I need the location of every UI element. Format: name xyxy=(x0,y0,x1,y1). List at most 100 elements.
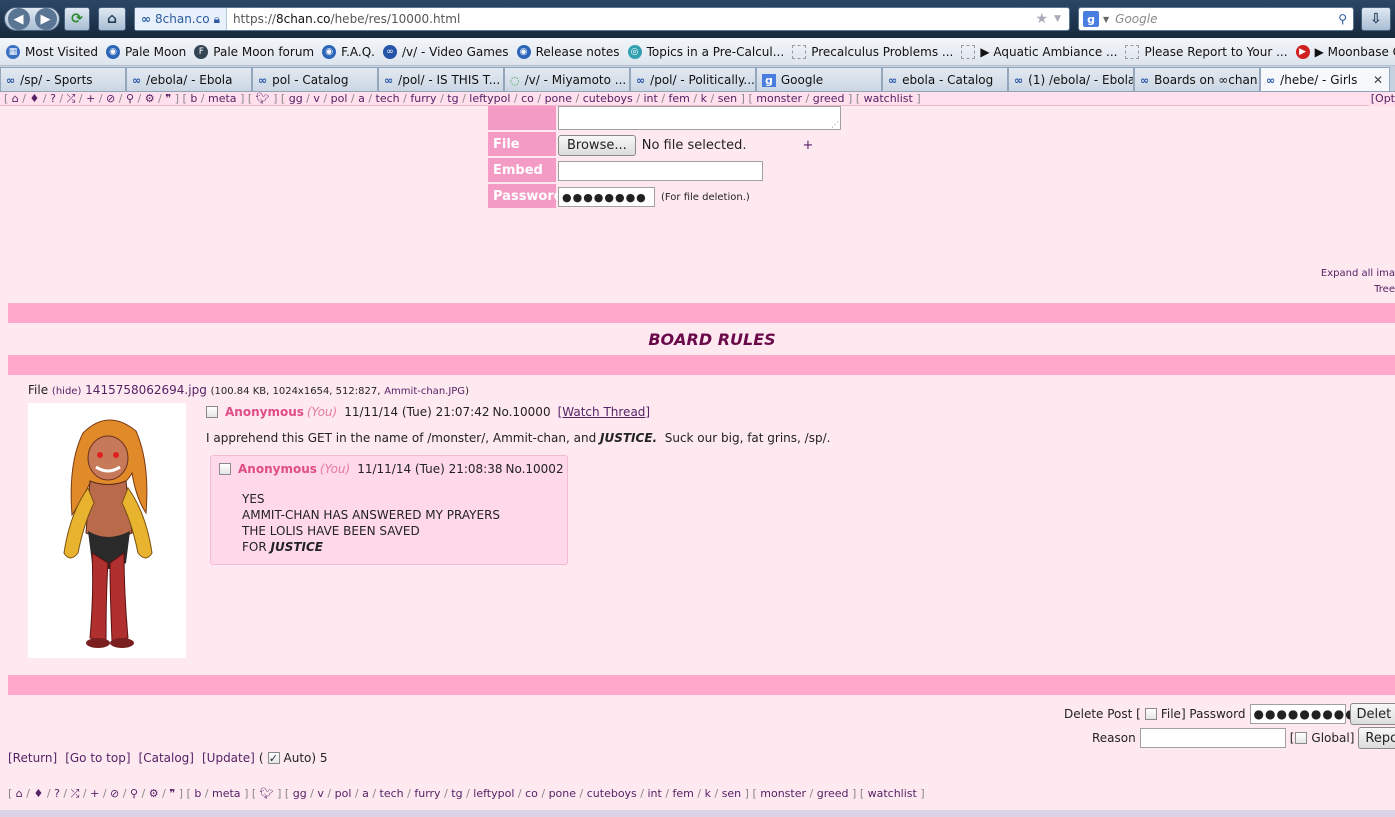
blocked-icon[interactable]: ⊘ xyxy=(110,787,119,800)
browser-tab[interactable]: ∞ /ebola/ - Ebola xyxy=(126,67,252,91)
create-icon[interactable]: + xyxy=(90,787,99,800)
browser-tab[interactable]: ∞ /pol/ - IS THIS T... xyxy=(378,67,504,91)
browser-tab[interactable]: ∞ /sp/ - Sports xyxy=(0,67,126,91)
delete-password-input[interactable]: ●●●●●●●●● xyxy=(1249,704,1356,724)
expand-all-images-link[interactable]: Expand all ima xyxy=(1321,268,1395,279)
bookmark-star-icon[interactable]: ★ xyxy=(1036,11,1049,27)
browse-button[interactable]: Browse... xyxy=(558,134,636,156)
op-select-checkbox[interactable] xyxy=(206,406,218,418)
chevron-down-icon[interactable]: ▼ xyxy=(1103,15,1109,24)
board-link[interactable]: sen xyxy=(722,787,741,800)
add-file-button[interactable]: + xyxy=(802,138,813,153)
report-button[interactable]: Repo xyxy=(1358,727,1395,749)
embed-input[interactable] xyxy=(558,161,763,181)
url-bar[interactable]: ∞ 8chan.co 🔒︎ https://8chan.co/hebe/res/… xyxy=(134,7,1070,31)
bookmark-item[interactable]: F Pale Moon forum xyxy=(194,44,314,59)
go-to-top-link[interactable]: [Go to top] xyxy=(65,751,130,765)
browser-tab[interactable]: ∞ ebola - Catalog xyxy=(882,67,1008,91)
delete-button[interactable]: Delet xyxy=(1349,703,1395,725)
file-link[interactable]: 1415758062694.jpg xyxy=(85,383,207,397)
resize-grip-icon[interactable]: ⋰ xyxy=(831,120,839,129)
settings-icon[interactable]: ⚙ xyxy=(145,92,155,105)
search-bar[interactable]: g ▼ Google ⚲ xyxy=(1078,7,1354,31)
tags-icon[interactable]: ♦ xyxy=(33,787,43,800)
board-link[interactable]: cuteboys xyxy=(583,92,633,105)
board-link[interactable]: int xyxy=(644,92,658,105)
bookmark-item[interactable]: Precalculus Problems ... xyxy=(792,44,953,59)
bookmark-item[interactable]: ▶ ▶ Moonbase Oddity -... xyxy=(1295,44,1395,59)
twitter-icon[interactable]: 🐦︎ xyxy=(260,787,274,800)
back-arrow-icon[interactable]: ◀ xyxy=(7,8,30,30)
reply-post-number[interactable]: No.10002 xyxy=(505,462,563,476)
search-icon[interactable]: ⚲ xyxy=(126,92,134,105)
twitter-icon[interactable]: 🐦︎ xyxy=(256,92,270,105)
search-icon[interactable]: ⚲ xyxy=(130,787,138,800)
bookmark-item[interactable]: ▶ Aquatic Ambiance ... xyxy=(961,44,1117,59)
watch-thread-link[interactable]: [Watch Thread] xyxy=(558,405,651,419)
watchlist-link[interactable]: watchlist xyxy=(864,92,913,105)
browser-tab[interactable]: ∞ /pol/ - Politically... xyxy=(630,67,756,91)
browser-tab[interactable]: ∞ Boards on ∞chan xyxy=(1134,67,1260,91)
bookmark-item[interactable]: ▦ Most Visited xyxy=(6,44,98,59)
board-link[interactable]: greed xyxy=(817,787,849,800)
board-link[interactable]: furry xyxy=(414,787,440,800)
board-link[interactable]: pol xyxy=(331,92,348,105)
board-link[interactable]: cuteboys xyxy=(587,787,637,800)
board-link[interactable]: greed xyxy=(813,92,845,105)
auto-update-checkbox[interactable] xyxy=(267,752,280,764)
search-icon[interactable]: ⚲ xyxy=(1338,12,1347,26)
board-link[interactable]: monster xyxy=(760,787,806,800)
hide-file-link[interactable]: (hide) xyxy=(52,386,81,397)
browser-tab[interactable]: ∞ pol - Catalog xyxy=(252,67,378,91)
browser-tab[interactable]: g Google xyxy=(756,67,882,91)
board-link[interactable]: a xyxy=(362,787,369,800)
board-link[interactable]: leftypol xyxy=(469,92,510,105)
browser-tab[interactable]: ◌ /v/ - Miyamoto ... xyxy=(504,67,630,91)
home-icon[interactable]: ⌂ xyxy=(12,92,19,105)
forward-arrow-icon[interactable]: ▶ xyxy=(34,8,57,30)
home-button[interactable]: ⌂ xyxy=(98,7,126,31)
board-link[interactable]: pone xyxy=(549,787,576,800)
browser-tab[interactable]: ∞ /hebe/ - Girls ✕ xyxy=(1260,67,1390,91)
global-report-checkbox[interactable] xyxy=(1295,732,1308,744)
board-link[interactable]: tg xyxy=(447,92,458,105)
quote-icon[interactable]: ❞ xyxy=(169,787,175,800)
return-link[interactable]: [Return] xyxy=(8,751,57,765)
update-link[interactable]: [Update] xyxy=(202,751,255,765)
google-icon[interactable]: g xyxy=(1083,11,1099,27)
board-link[interactable]: furry xyxy=(410,92,436,105)
board-link[interactable]: pone xyxy=(545,92,572,105)
create-icon[interactable]: + xyxy=(86,92,95,105)
board-link[interactable]: gg xyxy=(289,92,303,105)
blocked-icon[interactable]: ⊘ xyxy=(106,92,115,105)
bookmark-item[interactable]: ∞ /v/ - Video Games xyxy=(383,44,509,59)
board-link[interactable]: co xyxy=(521,92,534,105)
board-link[interactable]: meta xyxy=(208,92,237,105)
downloads-button[interactable]: ⇩ xyxy=(1361,7,1391,31)
delete-file-only-checkbox[interactable] xyxy=(1144,708,1157,720)
board-link[interactable]: tech xyxy=(380,787,404,800)
bookmark-item[interactable]: ◉ Release notes xyxy=(516,44,620,59)
comment-textarea[interactable]: ⋰ xyxy=(558,106,841,130)
tags-icon[interactable]: ♦ xyxy=(29,92,39,105)
back-forward-buttons[interactable]: ◀ ▶ xyxy=(4,7,60,31)
board-link[interactable]: int xyxy=(648,787,662,800)
quote-icon[interactable]: ❞ xyxy=(165,92,171,105)
options-link[interactable]: [Opt xyxy=(1368,92,1395,106)
search-input[interactable]: Google xyxy=(1115,12,1338,26)
watchlist-link[interactable]: watchlist xyxy=(868,787,917,800)
catalog-link[interactable]: [Catalog] xyxy=(139,751,194,765)
reason-input[interactable] xyxy=(1139,728,1286,748)
reload-button[interactable]: ⟳ xyxy=(64,7,90,31)
original-filename-link[interactable]: Ammit-chan.JPG xyxy=(384,386,465,397)
url-text[interactable]: https://8chan.co/hebe/res/10000.html xyxy=(227,12,1036,26)
bookmark-item[interactable]: ◉ Pale Moon xyxy=(106,44,186,59)
op-post-number[interactable]: No.10000 xyxy=(492,405,550,419)
board-link[interactable]: monster xyxy=(756,92,802,105)
board-link[interactable]: tg xyxy=(451,787,462,800)
password-input[interactable]: ●●●●●●●● xyxy=(558,187,655,207)
chevron-down-icon[interactable]: ▼ xyxy=(1054,14,1061,24)
bookmark-item[interactable]: ◎ Topics in a Pre-Calcul... xyxy=(627,44,784,59)
settings-icon[interactable]: ⚙ xyxy=(149,787,159,800)
board-link[interactable]: meta xyxy=(212,787,241,800)
